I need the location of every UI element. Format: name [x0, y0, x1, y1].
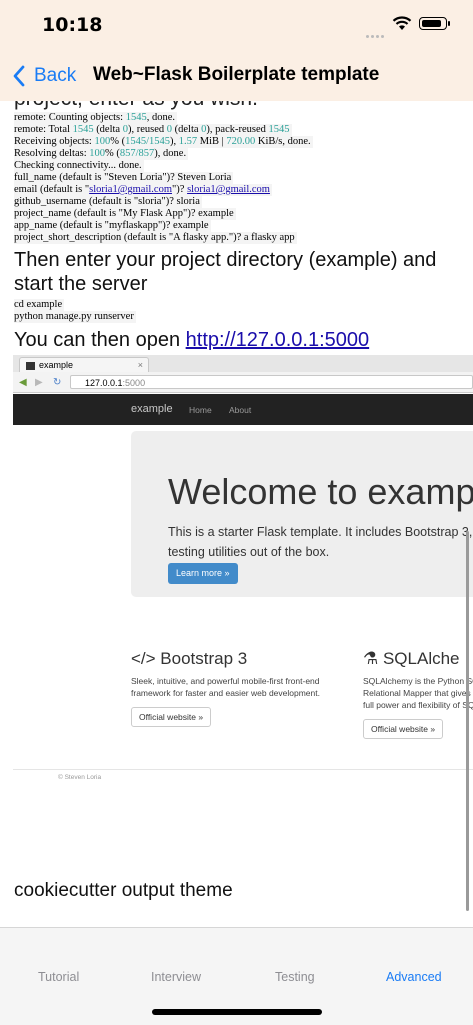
- terminal-line: Checking connectivity... done.: [14, 160, 144, 172]
- site-footer: © Steven Loria: [58, 774, 102, 781]
- bootstrap-text: Sleek, intuitive, and powerful mobile-fi…: [131, 676, 320, 698]
- browser-url: 127.0.0.1:5000: [70, 375, 473, 389]
- localhost-link[interactable]: http://127.0.0.1:5000: [186, 329, 370, 351]
- terminal-line: Resolving deltas: 100% (857/857), done.: [14, 148, 189, 160]
- command-line: python manage.py runserver: [14, 311, 136, 323]
- official-website-button: Official website »: [131, 707, 212, 727]
- command-line: cd example: [14, 299, 65, 311]
- jumbotron-title: Welcome to examp: [168, 471, 473, 512]
- back-arrow-icon: ◀: [19, 377, 27, 388]
- browser-tab-bar: example ×: [13, 355, 473, 373]
- browser-screenshot: example × ◀ ▶ ↻ 127.0.0.1:5000 example H…: [13, 355, 473, 789]
- content-area[interactable]: project, enter as you wish. remote: Coun…: [0, 101, 473, 927]
- terminal-icon: [26, 361, 35, 370]
- back-button[interactable]: Back: [12, 62, 76, 90]
- open-heading: You can then open http://127.0.0.1:5000: [14, 328, 464, 352]
- close-icon: ×: [137, 360, 143, 370]
- divider: [13, 769, 473, 770]
- terminal-output: remote: Counting objects: 1545, done. re…: [14, 112, 313, 244]
- sqlalchemy-column: ⚗ SQLAlche SQLAlchemy is the Python SQ R…: [363, 649, 473, 739]
- tab-advanced[interactable]: Advanced: [386, 970, 442, 984]
- scrollbar[interactable]: [466, 531, 469, 911]
- top-bar: 10:18 Back Web~Flask Boilerplate templat…: [0, 0, 473, 101]
- sqlalchemy-text: SQLAlchemy is the Python SQ Relational M…: [363, 676, 473, 710]
- battery-icon: [419, 17, 450, 30]
- image-caption: cookiecutter output theme: [14, 880, 233, 901]
- terminal-line: project_name (default is "My Flask App")…: [14, 208, 236, 220]
- tab-testing[interactable]: Testing: [275, 970, 315, 984]
- browser-tab-title: example: [39, 360, 74, 370]
- browser-address-bar: ◀ ▶ ↻ 127.0.0.1:5000: [13, 372, 473, 393]
- email-link[interactable]: sloria1@gmail.com: [89, 184, 172, 195]
- bootstrap-column: </> Bootstrap 3 Sleek, intuitive, and po…: [131, 649, 331, 727]
- sqlalchemy-title: ⚗ SQLAlche: [363, 649, 460, 668]
- tab-interview[interactable]: Interview: [151, 970, 201, 984]
- tab-tutorial[interactable]: Tutorial: [38, 970, 79, 984]
- bootstrap-title: </> Bootstrap 3: [131, 649, 248, 668]
- page-title: Web~Flask Boilerplate template: [93, 64, 380, 85]
- site-navbar: example Home About: [13, 394, 473, 425]
- site-nav-home: Home: [189, 405, 212, 415]
- server-heading: Then enter your project directory (examp…: [14, 249, 437, 295]
- flask-icon: ⚗: [363, 649, 383, 668]
- terminal-line: project_short_description (default is "A…: [14, 232, 297, 244]
- chevron-left-icon: [13, 65, 25, 87]
- partial-heading: project, enter as you wish.: [14, 101, 258, 111]
- site-jumbotron: Welcome to examp This is a starter Flask…: [131, 431, 473, 597]
- site-nav-about: About: [229, 405, 252, 415]
- open-text: You can then open: [14, 329, 186, 351]
- server-commands: cd example python manage.py runserver: [14, 299, 136, 323]
- terminal-line: email (default is "sloria1@gmail.com")? …: [14, 184, 272, 196]
- wifi-icon: [392, 16, 412, 30]
- terminal-line: github_username (default is "sloria")? s…: [14, 196, 202, 208]
- forward-arrow-icon: ▶: [35, 377, 43, 388]
- terminal-line: remote: Total 1545 (delta 0), reused 0 (…: [14, 124, 292, 136]
- terminal-line: remote: Counting objects: 1545, done.: [14, 112, 177, 124]
- terminal-line: full_name (default is "Steven Loria")? S…: [14, 172, 234, 184]
- terminal-line: Receiving objects: 100% (1545/1545), 1.5…: [14, 136, 313, 148]
- official-website-button: Official website »: [363, 719, 444, 739]
- site-brand: example: [131, 403, 173, 415]
- status-time: 10:18: [42, 14, 103, 36]
- jumbotron-text: This is a starter Flask template. It inc…: [168, 525, 473, 559]
- back-label: Back: [34, 65, 77, 86]
- browser-tab: example ×: [19, 357, 149, 373]
- reload-icon: ↻: [53, 377, 62, 388]
- signal-icon: [366, 25, 386, 38]
- email-link[interactable]: sloria1@gmail.com: [187, 184, 270, 195]
- home-indicator: [152, 1009, 322, 1015]
- terminal-line: app_name (default is "myflaskapp")? exam…: [14, 220, 211, 232]
- learn-more-button: Learn more »: [168, 563, 238, 584]
